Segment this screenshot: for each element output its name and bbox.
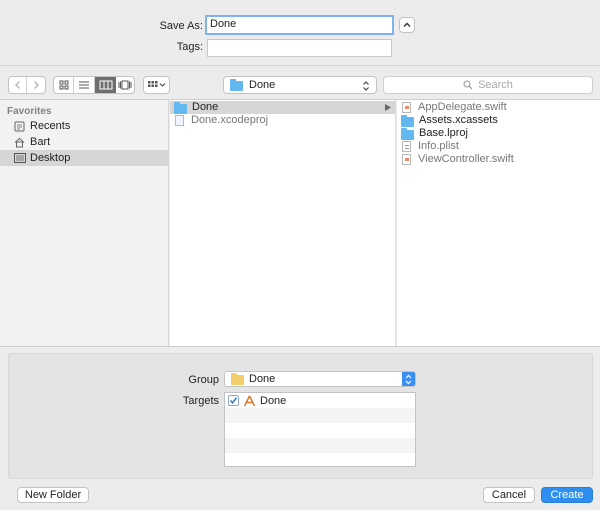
folder-icon	[231, 373, 244, 385]
item-name: Assets.xcassets	[419, 114, 498, 126]
updown-chevron-icon	[363, 81, 369, 91]
chevron-right-icon	[34, 81, 39, 89]
arrange-button[interactable]	[143, 76, 170, 94]
list-item[interactable]: Done	[170, 101, 395, 114]
item-name: Info.plist	[418, 140, 459, 152]
collapse-button[interactable]	[399, 17, 415, 33]
back-button[interactable]	[9, 77, 27, 93]
plist-file-icon	[402, 141, 411, 152]
targets-label: Targets	[182, 395, 219, 407]
sidebar-item-label: Recents	[30, 120, 71, 132]
list-item[interactable]: Assets.xcassets	[397, 114, 600, 127]
browser-column-2: AppDelegate.swift Assets.xcassets Base.l…	[397, 100, 600, 346]
chevron-down-icon	[159, 83, 166, 87]
item-name: ViewController.swift	[418, 153, 514, 165]
sidebar-item-label: Bart	[30, 136, 51, 148]
list-item[interactable]: ViewController.swift	[397, 153, 600, 166]
forward-button[interactable]	[27, 77, 45, 93]
divider	[0, 65, 600, 66]
swift-file-icon	[402, 154, 411, 165]
sidebar-item-recents[interactable]: Recents	[0, 118, 168, 134]
save-as-label: Save As:	[159, 20, 203, 32]
sidebar-item-desktop[interactable]: Desktop	[0, 150, 168, 166]
search-field[interactable]: Search	[383, 76, 593, 94]
column-view-button[interactable]	[95, 77, 116, 93]
desktop-icon	[14, 153, 26, 163]
search-icon	[463, 80, 473, 90]
list-view-icon	[79, 81, 89, 89]
item-name: Base.lproj	[419, 127, 468, 139]
location-popup[interactable]: Done	[223, 76, 377, 94]
sidebar-item-bart[interactable]: Bart	[0, 134, 168, 150]
sidebar: Favorites Recents Bart Desktop	[0, 100, 169, 346]
cover-flow-button[interactable]	[116, 77, 134, 93]
grid-icon	[148, 81, 158, 87]
target-name: Done	[260, 394, 287, 407]
group-popup[interactable]: Done	[224, 371, 416, 387]
column-view-icon	[99, 80, 112, 90]
folder-icon	[401, 127, 414, 140]
folder-icon	[401, 114, 414, 127]
disclosure-triangle-icon	[385, 104, 391, 111]
popup-arrow-button	[402, 372, 415, 386]
sidebar-section-favorites: Favorites	[7, 106, 52, 117]
target-row-empty	[225, 438, 415, 453]
checkmark-icon	[229, 397, 238, 405]
group-value: Done	[249, 373, 276, 385]
target-checkbox[interactable]	[228, 395, 239, 406]
create-button[interactable]: Create	[541, 487, 593, 503]
list-view-button[interactable]	[74, 77, 95, 93]
view-mode-control	[53, 76, 135, 94]
app-target-icon	[243, 395, 256, 406]
targets-list: Done	[224, 392, 416, 467]
recents-icon	[14, 121, 25, 131]
search-placeholder: Search	[478, 79, 513, 91]
item-name: Done	[192, 101, 219, 113]
location-label: Done	[249, 79, 276, 91]
updown-chevron-icon	[405, 374, 412, 384]
group-label: Group	[188, 374, 219, 386]
save-as-field[interactable]: Done	[205, 15, 394, 35]
icon-view-icon	[59, 80, 68, 90]
home-icon	[14, 137, 25, 147]
tags-label: Tags:	[176, 41, 203, 53]
folder-icon	[174, 101, 187, 114]
folder-icon	[230, 79, 243, 91]
chevron-left-icon	[14, 81, 20, 89]
browser-column-1: Done Done.xcodeproj	[170, 100, 396, 346]
swift-file-icon	[402, 102, 411, 113]
sidebar-item-label: Desktop	[30, 152, 71, 164]
chevron-up-icon	[403, 22, 411, 27]
list-item[interactable]: Info.plist	[397, 140, 600, 153]
new-folder-button[interactable]: New Folder	[17, 487, 89, 503]
cancel-button[interactable]: Cancel	[483, 487, 535, 503]
target-row-empty	[225, 408, 415, 423]
target-row[interactable]: Done	[225, 393, 415, 408]
browser-divider-bottom	[0, 346, 600, 347]
list-item[interactable]: AppDelegate.swift	[397, 101, 600, 114]
back-forward-control	[8, 76, 46, 94]
tags-field[interactable]	[207, 39, 392, 57]
xcodeproj-icon	[175, 115, 184, 126]
icon-view-button[interactable]	[54, 77, 74, 93]
list-item[interactable]: Done.xcodeproj	[170, 114, 395, 127]
cover-flow-icon	[118, 80, 132, 90]
item-name: AppDelegate.swift	[418, 101, 507, 113]
item-name: Done.xcodeproj	[191, 114, 269, 126]
list-item[interactable]: Base.lproj	[397, 127, 600, 140]
